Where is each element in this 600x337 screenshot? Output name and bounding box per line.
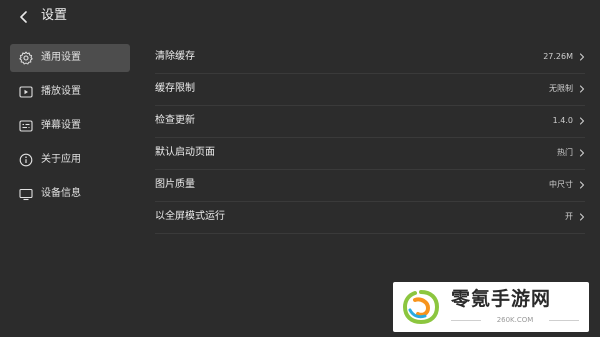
sidebar: 通用设置 播放设置 弹幕设置 关于应用 设备信息	[10, 44, 130, 214]
chevron-right-icon	[579, 84, 585, 94]
setting-value: 1.4.0	[552, 116, 573, 125]
setting-label: 检查更新	[155, 115, 195, 126]
setting-value: 27.26M	[543, 52, 573, 61]
chevron-right-icon	[579, 180, 585, 190]
watermark-url-row: 260K.COM	[451, 315, 579, 325]
gear-icon	[19, 51, 33, 65]
setting-value: 热门	[557, 148, 573, 157]
back-button[interactable]	[14, 7, 34, 27]
setting-label: 缓存限制	[155, 83, 195, 94]
setting-row-default-start-page[interactable]: 默认启动页面 热门	[155, 138, 585, 170]
setting-value: 无限制	[549, 84, 573, 93]
sidebar-item-label: 设备信息	[41, 188, 81, 199]
sidebar-item-label: 弹幕设置	[41, 120, 81, 131]
setting-label: 以全屏模式运行	[155, 211, 225, 222]
chevron-right-icon	[579, 212, 585, 222]
watermark: 零氪手游网 260K.COM	[393, 282, 589, 332]
sidebar-item-danmaku-settings[interactable]: 弹幕设置	[10, 112, 130, 140]
chevron-right-icon	[579, 116, 585, 126]
watermark-url: 260K.COM	[496, 316, 534, 324]
chevron-right-icon	[579, 148, 585, 158]
info-icon	[19, 153, 33, 167]
setting-row-check-update[interactable]: 检查更新 1.4.0	[155, 106, 585, 138]
danmaku-icon	[19, 119, 33, 133]
setting-value: 开	[565, 212, 573, 221]
sidebar-item-label: 播放设置	[41, 86, 81, 97]
page-title: 设置	[41, 8, 68, 23]
sidebar-item-label: 关于应用	[41, 154, 81, 165]
setting-row-clear-cache[interactable]: 清除缓存 27.26M	[155, 42, 585, 74]
setting-label: 清除缓存	[155, 51, 195, 62]
sidebar-item-device-info[interactable]: 设备信息	[10, 180, 130, 208]
sidebar-item-playback-settings[interactable]: 播放设置	[10, 78, 130, 106]
sidebar-item-label: 通用设置	[41, 52, 81, 63]
settings-list: 清除缓存 27.26M 缓存限制 无限制 检查更新 1.4.0 默认启动页面 热…	[155, 42, 585, 234]
header-bar: 设置	[0, 0, 600, 34]
divider	[451, 320, 481, 321]
sidebar-item-about-app[interactable]: 关于应用	[10, 146, 130, 174]
setting-label: 默认启动页面	[155, 147, 215, 158]
monitor-icon	[19, 187, 33, 201]
play-icon	[19, 85, 33, 99]
watermark-brand: 零氪手游网	[451, 288, 552, 310]
brand-logo-icon	[401, 288, 441, 326]
divider	[549, 320, 579, 321]
setting-label: 图片质量	[155, 179, 195, 190]
chevron-right-icon	[579, 52, 585, 62]
setting-row-cache-limit[interactable]: 缓存限制 无限制	[155, 74, 585, 106]
setting-row-fullscreen-mode[interactable]: 以全屏模式运行 开	[155, 202, 585, 234]
setting-value: 中尺寸	[549, 180, 573, 189]
chevron-left-icon	[19, 11, 29, 23]
sidebar-item-general-settings[interactable]: 通用设置	[10, 44, 130, 72]
setting-row-image-quality[interactable]: 图片质量 中尺寸	[155, 170, 585, 202]
